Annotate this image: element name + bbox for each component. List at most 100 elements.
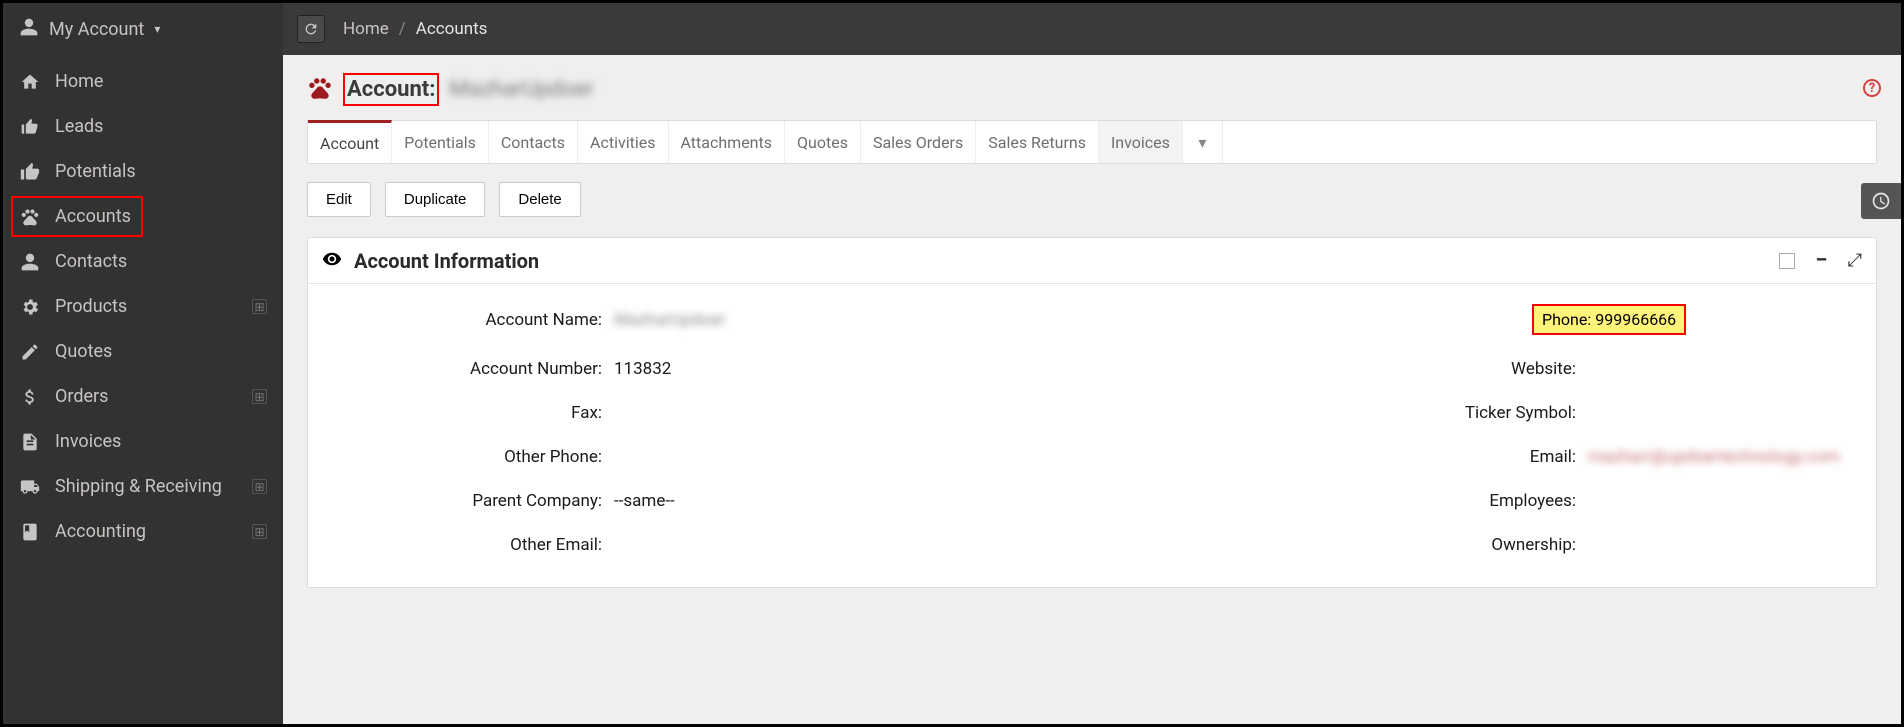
clock-widget[interactable] <box>1861 183 1901 219</box>
field-label: Other Phone: <box>308 447 608 467</box>
topbar: Home / Accounts <box>283 3 1901 55</box>
info-row-ownership: Ownership: <box>1092 523 1876 567</box>
field-label: Phone: <box>1542 310 1591 329</box>
duplicate-button[interactable]: Duplicate <box>385 182 486 217</box>
sidebar-item-label: Accounts <box>55 206 131 227</box>
field-label: Website: <box>1092 359 1582 379</box>
sidebar-item-label: Quotes <box>55 341 112 362</box>
info-row-parent-company: Parent Company: --same-- <box>308 479 1092 523</box>
sidebar-item-accounting[interactable]: Accounting ⊞ <box>3 509 283 554</box>
home-icon <box>19 72 41 92</box>
info-row-account-name: Account Name: MazharUpdoer <box>308 292 1092 347</box>
tab-sales-returns[interactable]: Sales Returns <box>976 121 1099 163</box>
paw-icon <box>307 75 333 105</box>
tab-label: Sales Orders <box>873 133 963 152</box>
info-row-employees: Employees: <box>1092 479 1876 523</box>
tab-label: Sales Returns <box>988 133 1086 152</box>
field-label: Email: <box>1092 447 1582 467</box>
tab-label: Activities <box>590 133 655 152</box>
gears-icon <box>19 297 41 317</box>
sidebar-item-invoices[interactable]: Invoices <box>3 419 283 464</box>
panel-header: Account Information − ⤢ <box>308 238 1876 284</box>
field-label: Employees: <box>1092 491 1582 511</box>
sidebar-item-contacts[interactable]: Contacts <box>3 239 283 284</box>
account-menu-label: My Account <box>49 19 144 40</box>
tab-label: Attachments <box>681 133 773 152</box>
truck-icon <box>19 477 41 497</box>
sidebar-item-shipping[interactable]: Shipping & Receiving ⊞ <box>3 464 283 509</box>
sidebar-item-label: Accounting <box>55 521 146 542</box>
info-row-ticker: Ticker Symbol: <box>1092 391 1876 435</box>
edit-icon <box>19 342 41 362</box>
book-icon <box>19 522 41 542</box>
sidebar: My Account ▾ Home Leads Potentials Accou… <box>3 3 283 724</box>
sidebar-item-label: Shipping & Receiving <box>55 476 222 497</box>
sidebar-item-quotes[interactable]: Quotes <box>3 329 283 374</box>
sidebar-item-orders[interactable]: Orders ⊞ <box>3 374 283 419</box>
tab-label: Potentials <box>404 133 476 152</box>
sidebar-item-potentials[interactable]: Potentials <box>3 149 283 194</box>
tab-bar: Account Potentials Contacts Activities A… <box>307 120 1877 164</box>
sidebar-item-home[interactable]: Home <box>3 59 283 104</box>
tab-account[interactable]: Account <box>308 120 392 163</box>
chevron-down-icon: ▾ <box>154 22 160 36</box>
sidebar-item-label: Potentials <box>55 161 136 182</box>
field-label: Account Name: <box>308 310 608 330</box>
field-label: Ticker Symbol: <box>1092 403 1582 423</box>
panel-minimize[interactable]: − <box>1815 248 1827 273</box>
phone-highlight: Phone: 999966666 <box>1532 304 1686 335</box>
tab-quotes[interactable]: Quotes <box>785 121 861 163</box>
breadcrumb: Home / Accounts <box>343 19 487 39</box>
dollar-icon <box>19 387 41 407</box>
caret-down-icon: ▾ <box>1198 133 1206 152</box>
field-value: --same-- <box>608 491 675 511</box>
expand-icon[interactable]: ⊞ <box>252 389 267 404</box>
tab-sales-orders[interactable]: Sales Orders <box>861 121 976 163</box>
file-icon <box>19 432 41 452</box>
expand-icon[interactable]: ⊞ <box>252 524 267 539</box>
user-icon <box>19 252 41 272</box>
sidebar-item-label: Contacts <box>55 251 127 272</box>
thumbs-up-icon <box>19 117 41 137</box>
breadcrumb-home[interactable]: Home <box>343 19 389 39</box>
account-menu[interactable]: My Account ▾ <box>3 3 283 55</box>
tab-contacts[interactable]: Contacts <box>489 121 578 163</box>
page-title: Account: MazharUpdoer <box>307 73 1877 106</box>
info-row-phone: Phone: 999966666 <box>1092 292 1876 347</box>
field-value: MazharUpdoer <box>608 310 726 330</box>
expand-icon[interactable]: ⊞ <box>252 299 267 314</box>
paw-icon <box>19 207 41 227</box>
tab-label: Contacts <box>501 133 565 152</box>
sidebar-item-products[interactable]: Products ⊞ <box>3 284 283 329</box>
info-row-account-number: Account Number: 113832 <box>308 347 1092 391</box>
panel-square-control[interactable] <box>1779 253 1795 269</box>
sidebar-item-label: Products <box>55 296 127 317</box>
sidebar-item-label: Invoices <box>55 431 121 452</box>
sidebar-item-accounts[interactable]: Accounts <box>3 194 283 239</box>
content-area: Account: MazharUpdoer ? Account Potentia… <box>283 55 1901 724</box>
tab-activities[interactable]: Activities <box>578 121 668 163</box>
tab-potentials[interactable]: Potentials <box>392 121 489 163</box>
field-label: Parent Company: <box>308 491 608 511</box>
panel-expand[interactable]: ⤢ <box>1848 250 1862 271</box>
info-row-other-email: Other Email: <box>308 523 1092 567</box>
tab-attachments[interactable]: Attachments <box>669 121 786 163</box>
account-info-panel: Account Information − ⤢ Account Name: Ma… <box>307 237 1877 588</box>
sidebar-item-leads[interactable]: Leads <box>3 104 283 149</box>
panel-title: Account Information <box>354 249 539 273</box>
breadcrumb-separator: / <box>399 19 406 39</box>
sidebar-item-label: Orders <box>55 386 108 407</box>
tab-invoices[interactable]: Invoices <box>1099 121 1183 163</box>
tab-more-dropdown[interactable]: ▾ <box>1183 121 1223 163</box>
help-icon[interactable]: ? <box>1863 79 1881 97</box>
info-row-fax: Fax: <box>308 391 1092 435</box>
expand-icon[interactable]: ⊞ <box>252 479 267 494</box>
refresh-button[interactable] <box>297 15 325 43</box>
sidebar-nav: Home Leads Potentials Accounts Contacts … <box>3 55 283 554</box>
eye-icon <box>322 249 342 273</box>
delete-button[interactable]: Delete <box>499 182 580 217</box>
field-label: Ownership: <box>1092 535 1582 555</box>
user-icon <box>19 17 39 42</box>
field-label: Other Email: <box>308 535 608 555</box>
edit-button[interactable]: Edit <box>307 182 371 217</box>
